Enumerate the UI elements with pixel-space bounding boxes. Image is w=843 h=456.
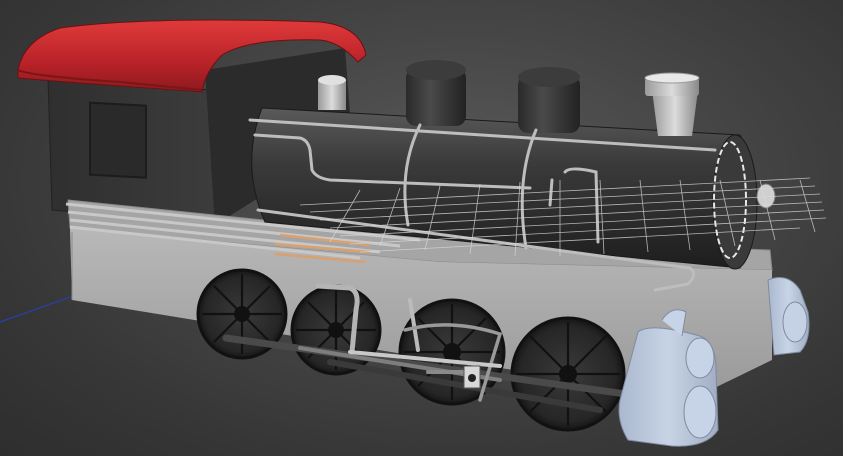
steam-dome-2[interactable] <box>518 67 580 133</box>
cylinder-rear[interactable] <box>767 277 810 356</box>
smokebox-door[interactable] <box>712 134 758 270</box>
3d-viewport[interactable] <box>0 0 843 456</box>
steam-dome-1[interactable] <box>406 60 466 126</box>
cab-window <box>89 101 147 179</box>
smokestack[interactable] <box>644 72 700 136</box>
locomotive-scene[interactable] <box>0 0 843 456</box>
whistle[interactable] <box>318 75 346 110</box>
